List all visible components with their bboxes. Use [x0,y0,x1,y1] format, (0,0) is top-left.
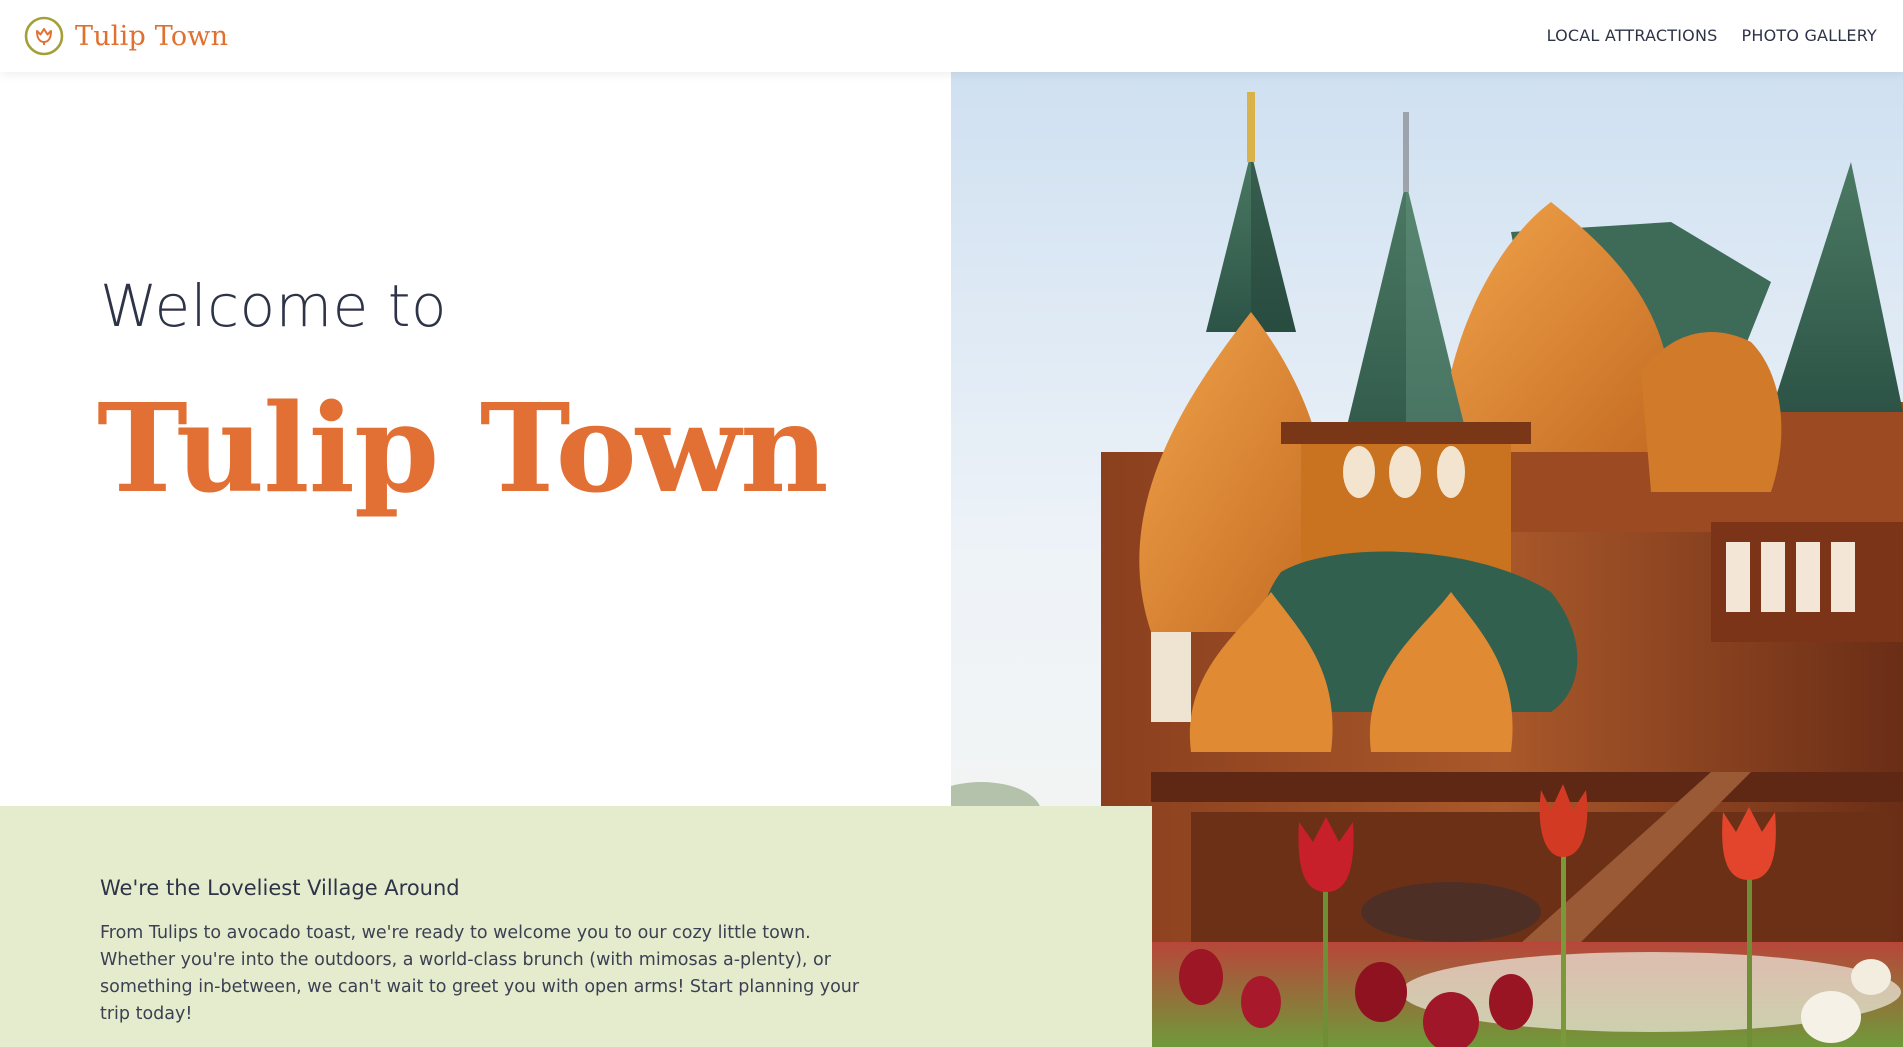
site-header: Tulip Town LOCAL ATTRACTIONS PHOTO GALLE… [0,0,1903,72]
nav-local-attractions[interactable]: LOCAL ATTRACTIONS [1547,25,1718,47]
main-nav: LOCAL ATTRACTIONS PHOTO GALLERY [1547,25,1877,47]
tulip-logo-icon [24,16,64,56]
info-heading: We're the Loveliest Village Around [100,876,460,900]
brand-home-link[interactable]: Tulip Town [24,16,228,56]
hero-welcome-text: Welcome to [100,272,447,340]
nav-photo-gallery[interactable]: PHOTO GALLERY [1742,25,1877,47]
brand-name: Tulip Town [75,20,229,52]
hero-title: Tulip Town [97,376,829,520]
info-panel: We're the Loveliest Village Around From … [0,806,1152,1047]
info-body-text: From Tulips to avocado toast, we're read… [100,923,860,1024]
